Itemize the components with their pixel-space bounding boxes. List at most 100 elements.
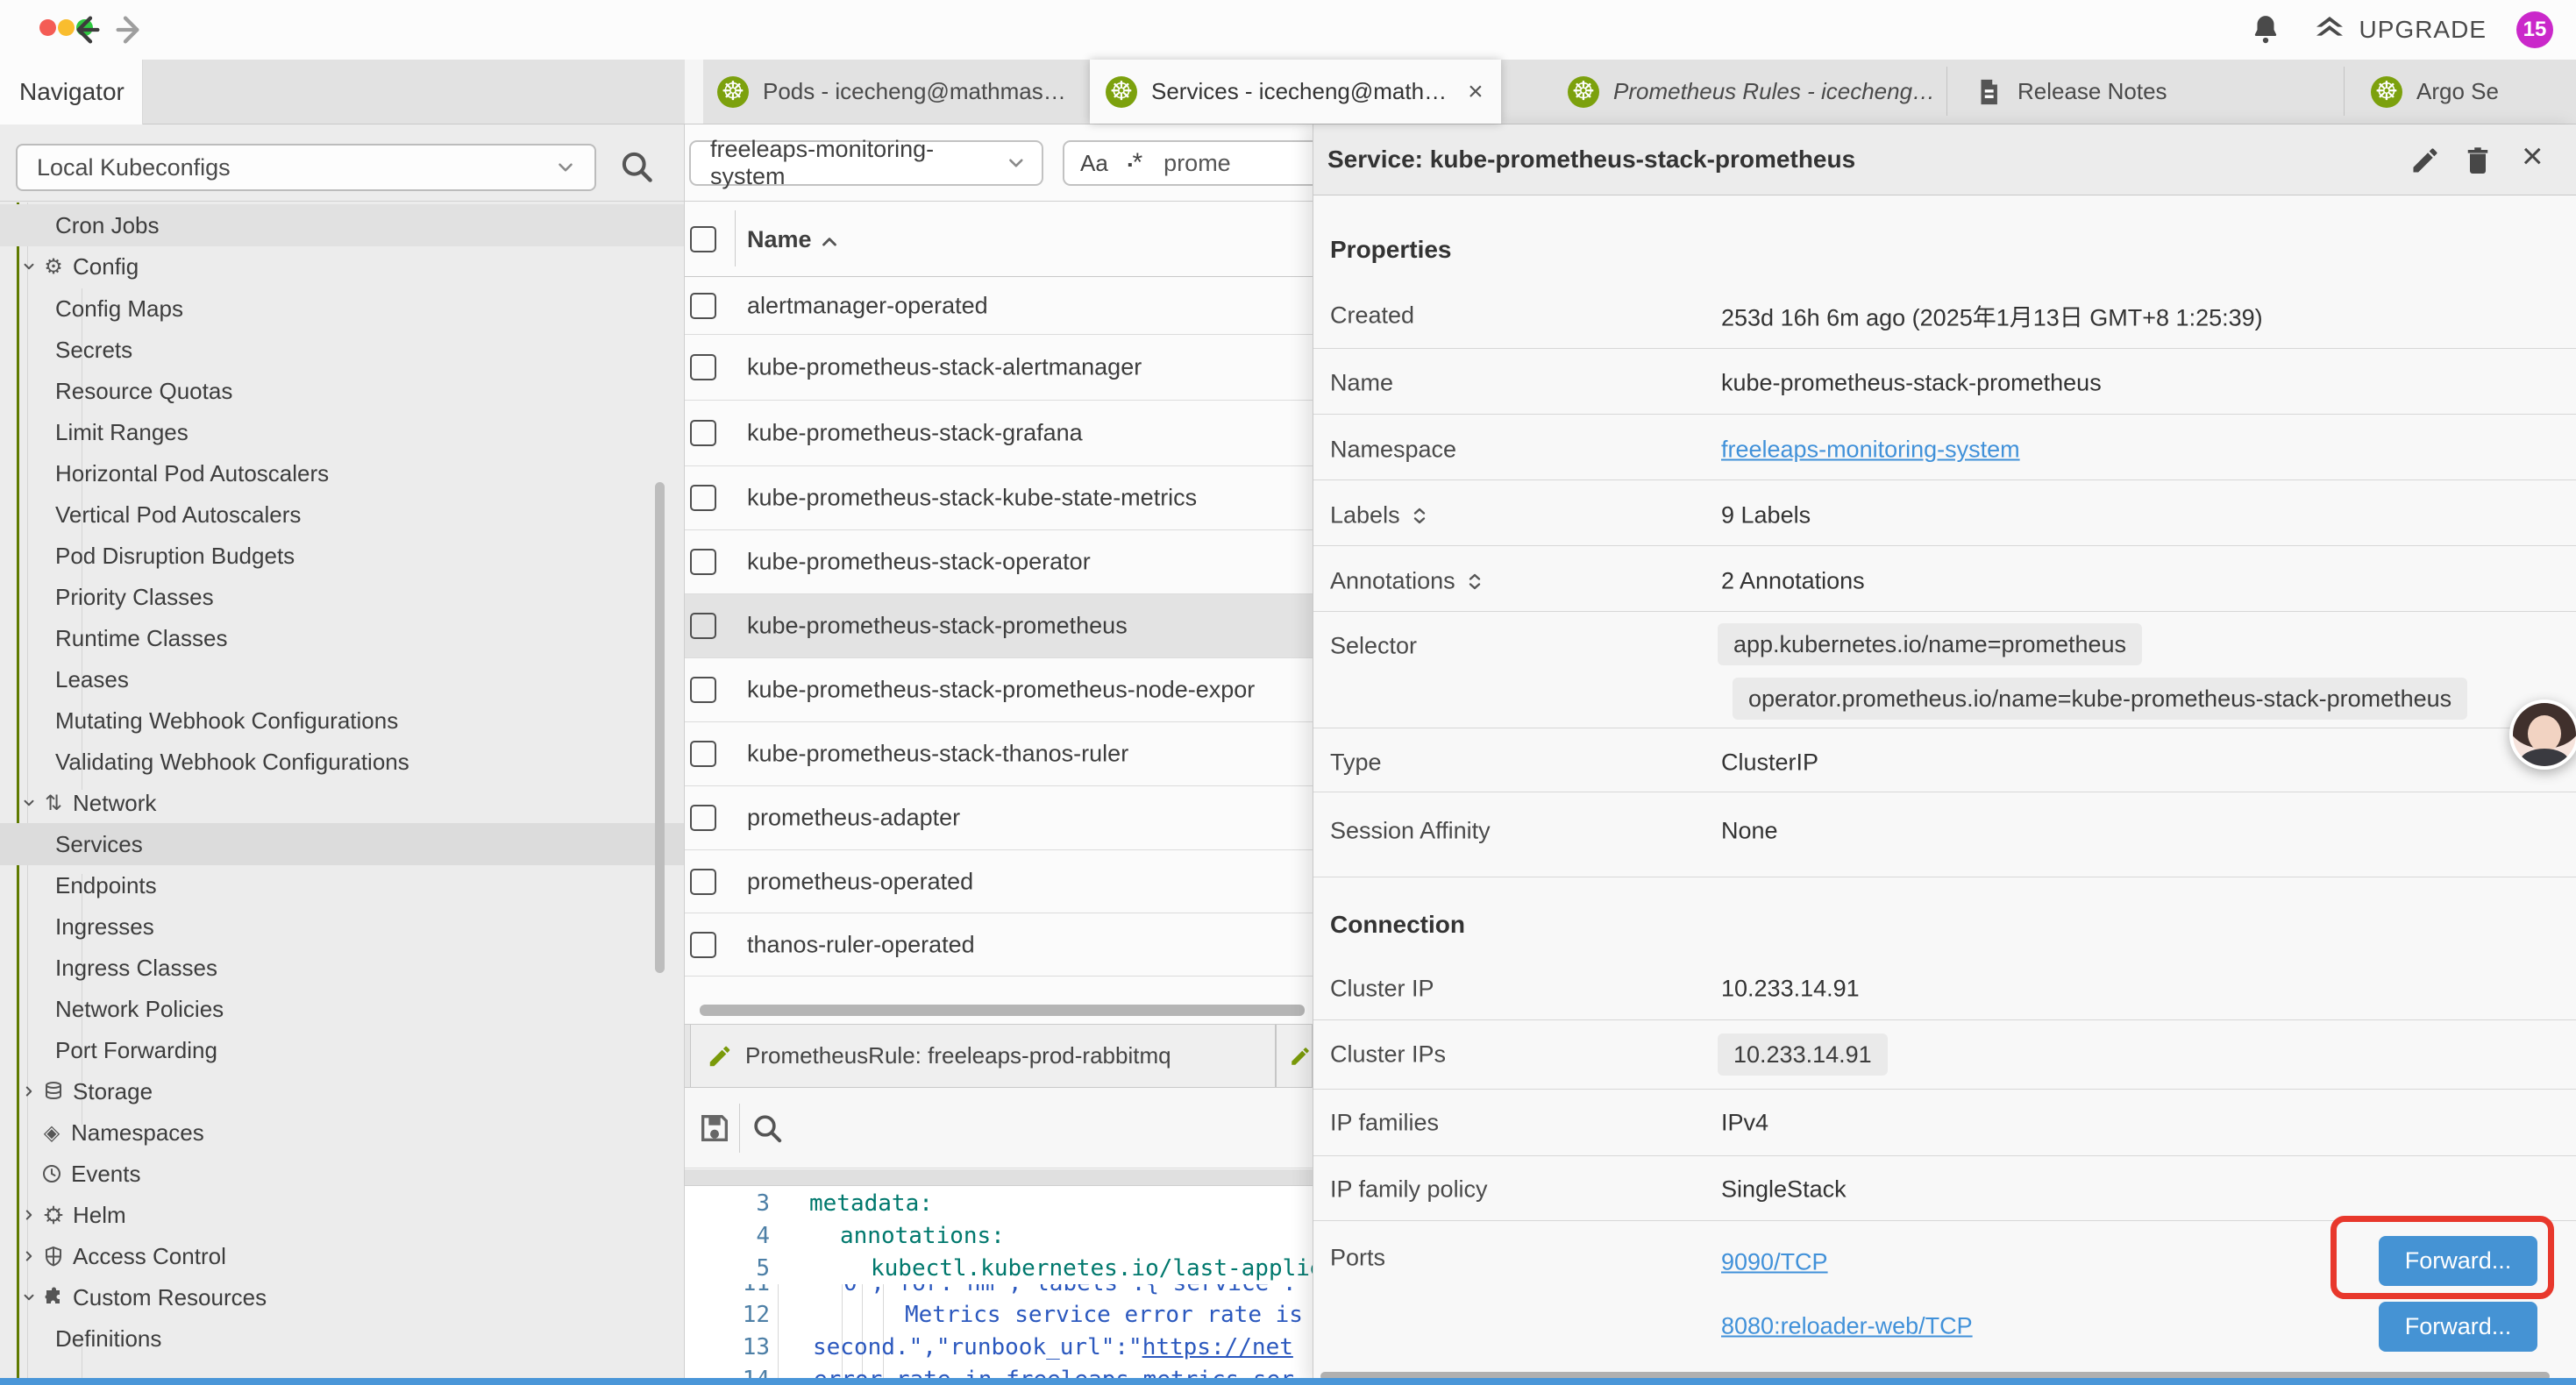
sidebar-group-helm[interactable]: Helm [0,1194,685,1236]
port-link-9090[interactable]: 9090/TCP [1721,1249,1828,1276]
sidebar-item-validating-webhook-configurations[interactable]: Validating Webhook Configurations [0,741,685,783]
table-search-box[interactable]: Aa ▪* [1063,140,1313,186]
sidebar-item-leases[interactable]: Leases [0,658,685,700]
port-link-8080[interactable]: 8080:reloader-web/TCP [1721,1313,1973,1340]
delete-trash-icon[interactable] [2462,145,2494,176]
row-checkbox[interactable] [690,805,716,831]
sidebar-item-endpoints[interactable]: Endpoints [0,864,685,906]
sidebar-item-runtime-classes[interactable]: Runtime Classes [0,617,685,659]
row-checkbox[interactable] [690,549,716,575]
sort-updown-icon[interactable] [1409,505,1430,526]
row-checkbox[interactable] [690,677,716,703]
sidebar-item-secrets[interactable]: Secrets [0,329,685,371]
sidebar-group-storage[interactable]: Storage [0,1070,685,1112]
table-horizontal-scrollbar[interactable] [700,1005,1305,1016]
row-checkbox[interactable] [690,613,716,639]
sidebar-item-mutating-webhook-configurations[interactable]: Mutating Webhook Configurations [0,700,685,742]
assistant-avatar[interactable] [2509,700,2576,770]
save-icon[interactable] [697,1111,732,1146]
search-input[interactable] [1162,149,1297,178]
row-checkbox[interactable] [690,420,716,446]
forward-button[interactable]: Forward... [2379,1302,2537,1352]
dock-tab-prometheusrule[interactable]: PrometheusRule: freeleaps-prod-rabbitmq [690,1025,1276,1087]
close-tab-icon[interactable]: × [1468,77,1484,107]
table-row[interactable]: thanos-ruler-operated [685,913,1313,977]
sidebar-item-events[interactable]: Events [0,1153,685,1195]
sidebar-item-definitions[interactable]: Definitions [0,1318,685,1360]
navigator-panel-tab[interactable]: Navigator [0,60,143,124]
sidebar-item-ingresses[interactable]: Ingresses [0,906,685,948]
editor-search-icon[interactable] [750,1111,785,1146]
table-row[interactable]: kube-prometheus-stack-kube-state-metrics [685,466,1313,530]
table-row[interactable]: alertmanager-operated [685,277,1313,335]
row-checkbox[interactable] [690,354,716,380]
sidebar-item-network-policies[interactable]: Network Policies [0,988,685,1030]
table-row[interactable]: prometheus-operated [685,850,1313,913]
sort-ascending-icon[interactable] [818,231,841,254]
session-affinity-value: None [1721,818,1778,845]
name-column-header[interactable]: Name [747,226,812,253]
notifications-bell-icon[interactable] [2249,13,2282,46]
namespace-select[interactable]: freeleaps-monitoring-system [689,140,1043,186]
sidebar-item-horizontal-pod-autoscalers[interactable]: Horizontal Pod Autoscalers [0,452,685,494]
cluster-ip-value: 10.233.14.91 [1721,976,1860,1003]
edit-pencil-icon[interactable] [2409,145,2441,176]
forward-button-highlight-annotation [2330,1216,2554,1299]
runbook-url-link[interactable]: https://net [1142,1334,1293,1360]
tab-pods[interactable]: ☸ Pods - icecheng@mathmas… [703,60,1090,124]
row-checkbox[interactable] [690,932,716,958]
sidebar-scrollbar[interactable] [655,482,665,973]
tab-services[interactable]: ☸ Services - icecheng@math… × [1090,60,1501,124]
table-row-selected[interactable]: kube-prometheus-stack-prometheus [685,594,1313,658]
upgrade-button[interactable]: UPGRADE [2312,12,2487,47]
sort-updown-icon[interactable] [1464,571,1485,592]
sidebar-item-config-maps[interactable]: Config Maps [0,288,685,330]
table-row[interactable]: prometheus-adapter [685,786,1313,850]
sidebar-group-access-control[interactable]: Access Control [0,1235,685,1277]
table-row[interactable]: kube-prometheus-stack-prometheus-node-ex… [685,658,1313,722]
regex-toggle[interactable]: ▪* [1128,148,1142,178]
tab-prometheus-rules[interactable]: ☸ Prometheus Rules - icecheng… [1501,60,1946,124]
namespace-link[interactable]: freeleaps-monitoring-system [1721,437,2020,464]
notification-count-badge[interactable]: 15 [2516,11,2553,48]
yaml-editor[interactable]: 3 metadata: 4 annotations: 5 kubectl.kub… [685,1186,1313,1385]
sidebar-group-config[interactable]: ⚙ Config [0,245,685,288]
tab-label: Pods - icecheng@mathmas… [763,78,1066,105]
back-arrow-icon[interactable] [68,12,103,47]
kubeconfig-select[interactable]: Local Kubeconfigs [16,144,596,191]
detail-title: Service: kube-prometheus-stack-prometheu… [1327,146,1855,174]
sidebar-item-resource-quotas[interactable]: Resource Quotas [0,370,685,412]
sidebar-search-icon[interactable] [617,147,656,186]
sidebar-item-services[interactable]: Services [0,823,685,865]
sidebar-group-custom-resources[interactable]: Custom Resources [0,1276,685,1318]
dock-tab-next[interactable] [1276,1025,1313,1087]
sidebar-item-port-forwarding[interactable]: Port Forwarding [0,1029,685,1071]
table-row[interactable]: kube-prometheus-stack-thanos-ruler [685,722,1313,786]
sidebar-item-vertical-pod-autoscalers[interactable]: Vertical Pod Autoscalers [0,494,685,536]
clock-icon [40,1162,63,1185]
sidebar-item-ingress-classes[interactable]: Ingress Classes [0,947,685,989]
forward-arrow-icon[interactable] [112,12,147,47]
sidebar-item-limit-ranges[interactable]: Limit Ranges [0,411,685,453]
tab-argo[interactable]: ☸ Argo Se [2345,60,2576,124]
table-row[interactable]: kube-prometheus-stack-operator [685,530,1313,594]
sidebar-item-priority-classes[interactable]: Priority Classes [0,576,685,618]
sidebar-group-network[interactable]: ⇅ Network [0,782,685,824]
sidebar-item-namespaces[interactable]: ◈ Namespaces [0,1112,685,1154]
chevron-down-icon [554,156,577,179]
table-row[interactable]: kube-prometheus-stack-grafana [685,401,1313,466]
table-row[interactable]: kube-prometheus-stack-alertmanager [685,335,1313,401]
match-case-toggle[interactable]: Aa [1080,150,1108,177]
tab-release-notes[interactable]: Release Notes [1947,60,2344,124]
kubernetes-icon: ☸ [2371,76,2402,108]
row-checkbox[interactable] [690,741,716,767]
row-checkbox[interactable] [690,485,716,511]
sidebar-item-cron-jobs[interactable]: Cron Jobs [0,204,685,246]
sidebar-item-pod-disruption-budgets[interactable]: Pod Disruption Budgets [0,535,685,577]
table-header: Name [685,202,1313,277]
close-panel-icon[interactable]: × [2522,138,2553,169]
row-checkbox[interactable] [690,869,716,895]
row-checkbox[interactable] [690,293,716,319]
select-all-checkbox[interactable] [690,226,716,252]
close-window-button[interactable] [39,19,56,36]
